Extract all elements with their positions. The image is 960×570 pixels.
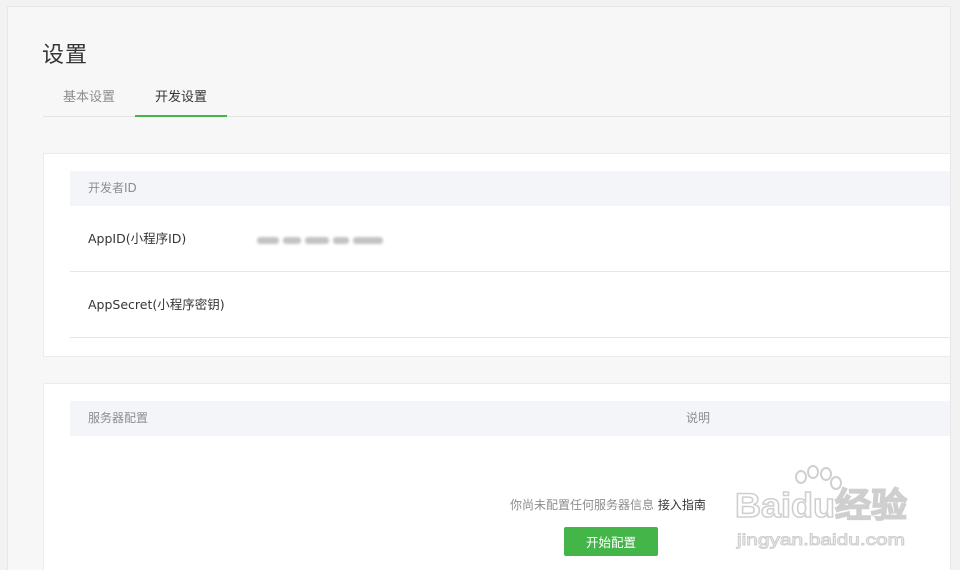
blur-segment (283, 237, 301, 244)
server-config-card: 服务器配置 说明 你尚未配置任何服务器信息 接入指南 开始配置 (43, 383, 950, 570)
access-guide-link[interactable]: 接入指南 (658, 498, 706, 512)
no-server-config-message: 你尚未配置任何服务器信息 (510, 498, 655, 512)
page-title: 设置 (42, 43, 89, 68)
tab-bar: 基本设置 开发设置 (43, 87, 950, 117)
appid-row: AppID(小程序ID) (70, 206, 950, 272)
server-config-header-label: 服务器配置 (88, 411, 149, 425)
description-header-label: 说明 (686, 411, 711, 425)
blur-segment (353, 237, 383, 244)
blur-segment (333, 237, 349, 244)
developer-id-header-label: 开发者ID (88, 181, 137, 195)
appsecret-row: AppSecret(小程序密钥) (70, 272, 950, 338)
appid-label: AppID(小程序ID) (88, 231, 187, 246)
empty-state-text: 你尚未配置任何服务器信息 接入指南 (510, 496, 706, 513)
developer-id-card: 开发者ID AppID(小程序ID) AppSecret(小程序密钥) (43, 153, 950, 357)
tab-developer-settings[interactable]: 开发设置 (135, 87, 227, 117)
server-config-header: 服务器配置 说明 (70, 401, 950, 436)
tab-basic-settings[interactable]: 基本设置 (60, 87, 118, 117)
developer-id-header: 开发者ID (70, 171, 950, 206)
appid-value-blurred (257, 235, 389, 245)
appsecret-label: AppSecret(小程序密钥) (88, 297, 225, 312)
blur-segment (257, 237, 279, 244)
blur-segment (305, 237, 329, 244)
settings-page: 设置 基本设置 开发设置 开发者ID AppID(小程序ID) AppSecre… (7, 6, 951, 570)
start-config-button[interactable]: 开始配置 (564, 527, 658, 556)
